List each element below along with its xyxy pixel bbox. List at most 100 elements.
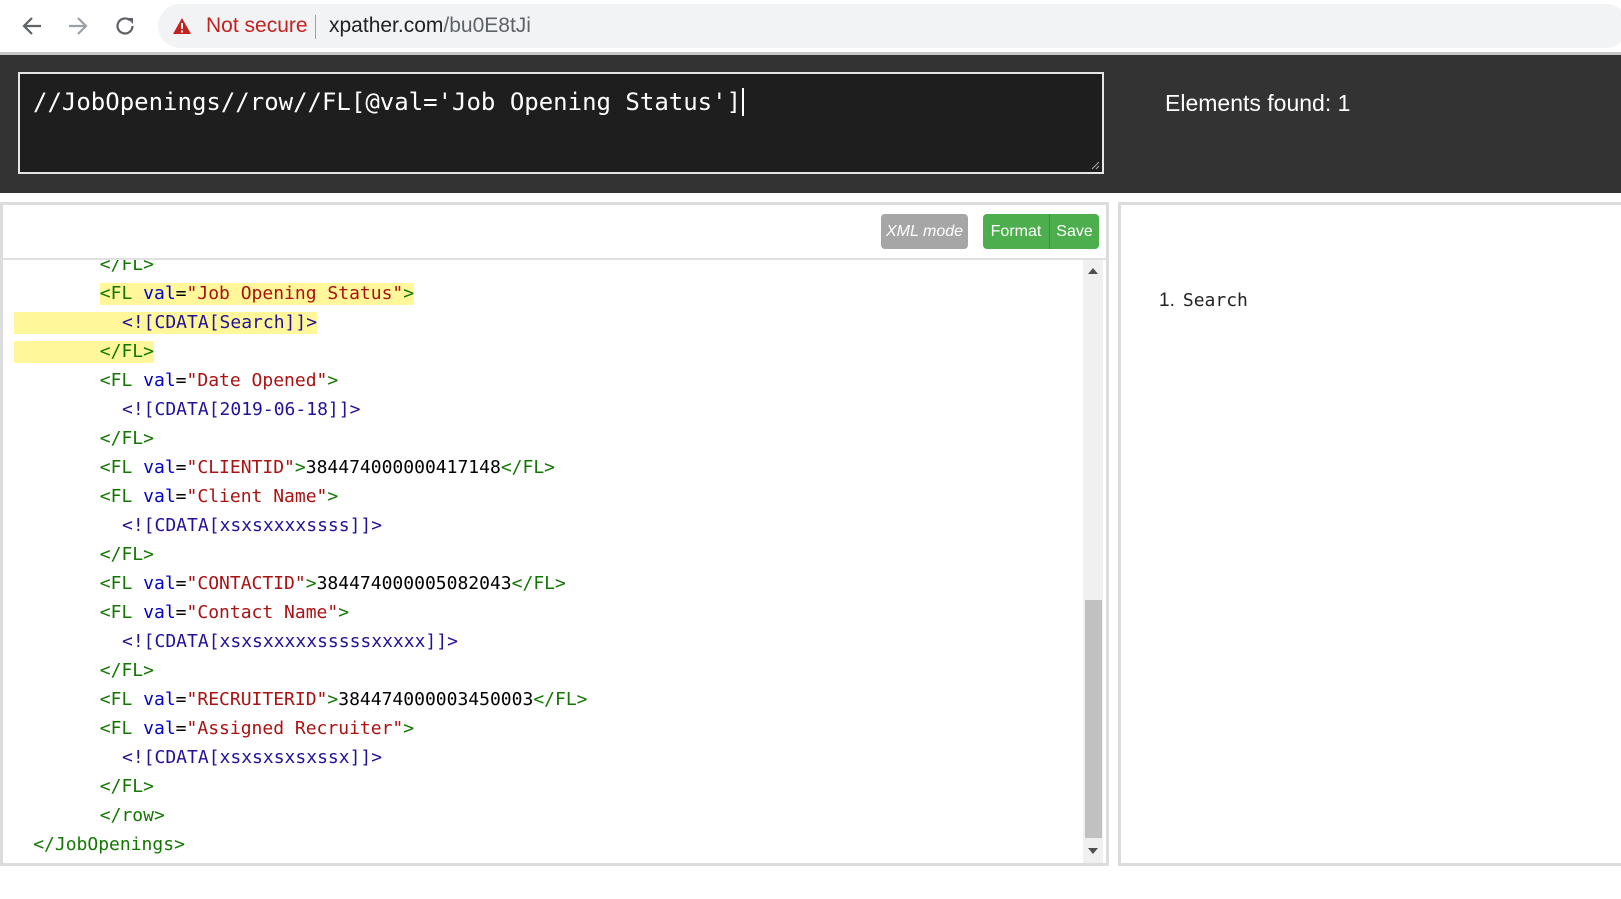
code-token-tag: <FL: [99, 689, 144, 710]
xpath-query-wrapper: //JobOpenings//row//FL[@val='Job Opening…: [33, 88, 745, 116]
security-label[interactable]: Not secure: [206, 14, 308, 38]
code-token-cdata: <![CDATA[xsxsxxxxxsssssxxxxx]]>: [122, 631, 458, 652]
code-line[interactable]: <![CDATA[xsxsxxxxxsssssxxxxx]]>: [11, 627, 1078, 656]
code-token-tag: </FL>: [99, 660, 154, 681]
code-token-tag: >: [403, 283, 415, 304]
reload-button[interactable]: [109, 10, 141, 42]
scroll-up-arrow-icon[interactable]: [1088, 268, 1098, 274]
save-button[interactable]: Save: [1050, 214, 1099, 249]
address-bar[interactable]: Not secure xpather.com/bu0E8tJi: [158, 4, 1621, 48]
code-line[interactable]: <![CDATA[xsxsxxxxssss]]>: [11, 511, 1078, 540]
code-line[interactable]: <FL val="CONTACTID">384474000005082043</…: [11, 569, 1078, 598]
code-line-content: <FL val="CLIENTID">384474000000417148</F…: [100, 453, 555, 482]
xpath-query-input[interactable]: //JobOpenings//row//FL[@val='Job Opening…: [18, 72, 1104, 174]
xpath-header: //JobOpenings//row//FL[@val='Job Opening…: [0, 52, 1621, 193]
code-line[interactable]: <FL val="RECRUITERID">384474000003450003…: [11, 685, 1078, 714]
forward-arrow-icon: [69, 17, 88, 35]
code-line[interactable]: <FL val="Contact Name">: [11, 598, 1078, 627]
code-token-str: "CONTACTID": [186, 573, 306, 594]
result-value: Search: [1182, 290, 1248, 311]
code-token-tag: </FL>: [500, 457, 555, 478]
scrollbar-thumb[interactable]: [1085, 600, 1102, 838]
url-path: /bu0E8tJi: [443, 14, 531, 37]
code-token-attr: val: [143, 573, 176, 594]
code-line-content: <![CDATA[2019-06-18]]>: [122, 395, 360, 424]
code-line[interactable]: </FL>: [11, 424, 1078, 453]
elements-found-count: Elements found: 1: [1165, 90, 1351, 116]
xml-editor-panel: XML mode Format Save </FL> <FL val="Job O…: [0, 202, 1109, 866]
code-line-content: <FL val="Job Opening Status">: [100, 279, 414, 308]
xml-code-area[interactable]: </FL> <FL val="Job Opening Status"> <![CDA…: [11, 260, 1078, 863]
code-line-content: <FL val="RECRUITERID">384474000003450003…: [100, 685, 588, 714]
code-line-content: </FL>: [100, 540, 154, 569]
code-line[interactable]: </FL>: [11, 260, 1078, 279]
code-line[interactable]: <![CDATA[xsxsxsxsxssx]]>: [11, 743, 1078, 772]
scroll-down-arrow-icon[interactable]: [1088, 848, 1098, 854]
code-token-str: "Client Name": [186, 486, 328, 507]
code-token-tag: </JobOpenings>: [33, 834, 185, 855]
code-token-tag: </FL>: [99, 260, 154, 275]
code-token-tag: >: [327, 689, 339, 710]
code-line[interactable]: </row>: [11, 801, 1078, 830]
code-token-cdata: <![CDATA[Search]]>: [122, 312, 318, 333]
code-line-content: <FL val="Contact Name">: [100, 598, 349, 627]
code-token-tag: <FL: [99, 573, 144, 594]
code-token-str: "CLIENTID": [186, 457, 295, 478]
code-token-tag: </FL>: [99, 428, 154, 449]
reload-icon: [116, 17, 134, 35]
code-line-content: <FL val="Date Opened">: [100, 366, 338, 395]
back-button[interactable]: [16, 10, 48, 42]
code-token-tag: <FL: [99, 486, 144, 507]
code-token-cdata: <![CDATA[xsxsxsxsxssx]]>: [122, 747, 383, 768]
code-line[interactable]: </FL>: [11, 772, 1078, 801]
code-token-tag: </row>: [99, 805, 165, 826]
code-line[interactable]: <FL val="Client Name">: [11, 482, 1078, 511]
browser-toolbar: Not secure xpather.com/bu0E8tJi: [0, 0, 1621, 52]
xml-mode-button[interactable]: XML mode: [881, 214, 968, 249]
results-list: 1. Search: [1159, 290, 1248, 312]
code-line[interactable]: <FL val="Assigned Recruiter">: [11, 714, 1078, 743]
code-token-attr: val: [143, 283, 176, 304]
code-token-attr: val: [143, 602, 176, 623]
result-number: 1.: [1159, 290, 1175, 311]
code-line-content: <![CDATA[Search]]>: [122, 308, 317, 337]
code-token-txt: =: [175, 283, 187, 304]
code-line-content: </FL>: [100, 260, 154, 279]
code-line[interactable]: <FL val="CLIENTID">384474000000417148</F…: [11, 453, 1078, 482]
code-line[interactable]: <FL val="Date Opened">: [11, 366, 1078, 395]
code-line[interactable]: <FL val="Job Opening Status">: [11, 279, 1078, 308]
code-line[interactable]: </JobOpenings>: [11, 830, 1078, 859]
code-token-txt: =: [175, 457, 187, 478]
editor-toolbar: XML mode Format Save: [3, 205, 1106, 260]
code-token-attr: val: [143, 689, 176, 710]
code-token-txt: 384474000005082043: [316, 573, 512, 594]
code-token-str: "Job Opening Status": [186, 283, 404, 304]
code-line-content: </FL>: [100, 424, 154, 453]
code-line[interactable]: </FL>: [11, 656, 1078, 685]
code-token-tag: <FL: [99, 602, 144, 623]
code-token-tag: </FL>: [99, 544, 154, 565]
results-panel: 1. Search: [1118, 202, 1621, 866]
format-button[interactable]: Format: [983, 214, 1050, 249]
code-line[interactable]: </FL>: [11, 540, 1078, 569]
forward-button[interactable]: [62, 10, 94, 42]
url-host: xpather.com: [329, 14, 444, 37]
code-token-attr: val: [143, 718, 176, 739]
editor-scrollbar[interactable]: [1083, 260, 1103, 863]
resize-grip-icon[interactable]: [1090, 160, 1100, 170]
result-item[interactable]: 1. Search: [1159, 290, 1248, 312]
code-line[interactable]: <![CDATA[2019-06-18]]>: [11, 395, 1078, 424]
code-line[interactable]: </FL>: [11, 337, 1078, 366]
code-line-content: </FL>: [100, 337, 154, 366]
code-token-str: "Contact Name": [186, 602, 339, 623]
code-line-content: <![CDATA[xsxsxxxxxsssssxxxxx]]>: [122, 627, 458, 656]
code-token-tag: <FL: [99, 457, 144, 478]
code-line-content: </FL>: [100, 656, 154, 685]
code-line[interactable]: <![CDATA[Search]]>: [11, 308, 1078, 337]
warning-icon: [173, 18, 191, 34]
code-line-content: </row>: [100, 801, 165, 830]
code-token-tag: >: [294, 457, 306, 478]
code-token-attr: val: [143, 486, 176, 507]
url-text[interactable]: xpather.com/bu0E8tJi: [329, 14, 531, 38]
code-line-content: </FL>: [100, 772, 154, 801]
